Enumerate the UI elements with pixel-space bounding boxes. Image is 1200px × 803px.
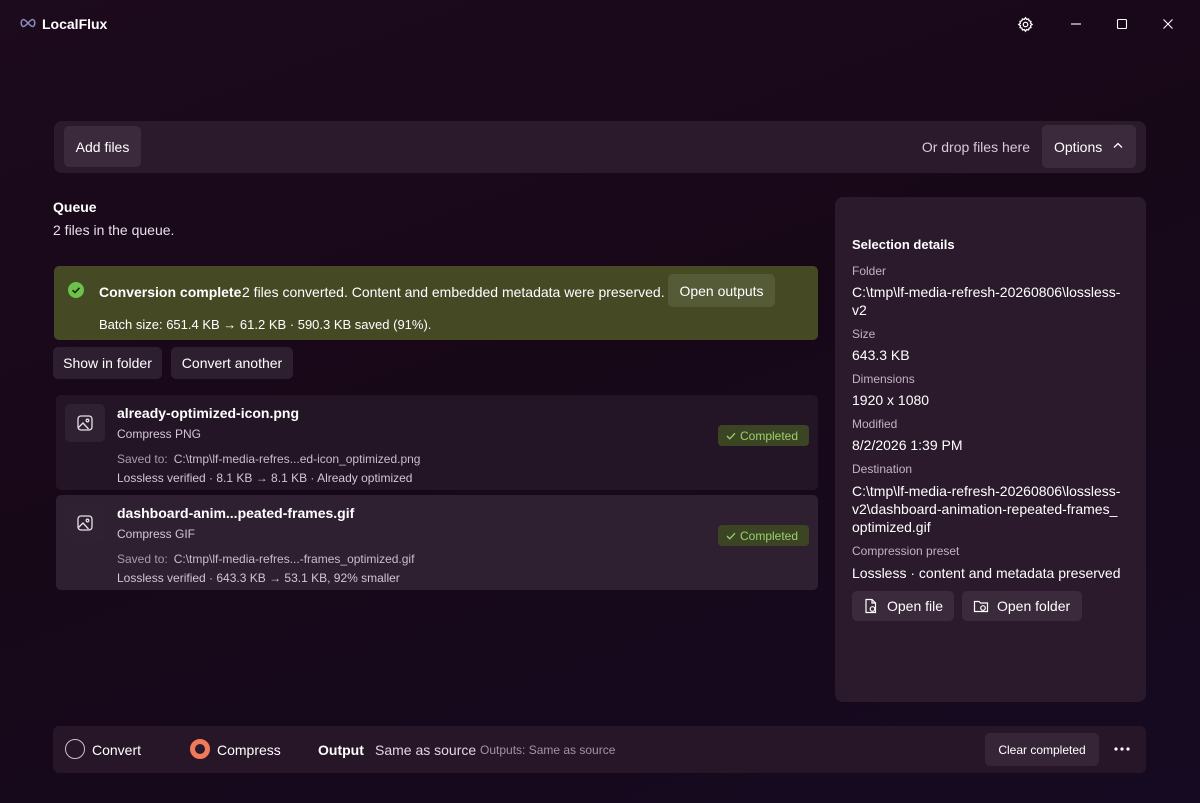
folder-value: C:\tmp\lf-media-refresh-20260806\lossles… (852, 284, 1121, 318)
checkmark-icon (726, 532, 736, 540)
dimensions-value: 1920 x 1080 (852, 392, 930, 408)
check-circle-icon (68, 282, 84, 298)
queue-title: Queue (53, 199, 97, 215)
drop-hint: Or drop files here (921, 139, 1030, 155)
conversion-complete-banner: Conversion complete 2 files converted. C… (54, 266, 818, 340)
banner-message: 2 files converted. Content and embedded … (242, 284, 665, 300)
maximize-icon (1116, 18, 1128, 30)
saved-path-value: C:\tmp\lf-media-refres...-frames_optimiz… (173, 552, 415, 566)
options-label: Options (1054, 138, 1103, 155)
maximize-button[interactable] (1102, 8, 1142, 40)
file-task: Compress PNG (117, 427, 202, 441)
bottom-bar: Convert Compress Output Same as source O… (53, 726, 1146, 773)
checkmark-icon (726, 432, 736, 440)
size-value: 643.3 KB (852, 347, 910, 363)
open-folder-button[interactable]: Open folder (962, 591, 1082, 621)
details-title: Selection details (852, 237, 955, 252)
open-file-button[interactable]: Open file (852, 591, 954, 621)
destination-value: C:\tmp\lf-media-refresh-20260806\lossles… (852, 483, 1121, 535)
infinity-logo-icon (20, 18, 36, 28)
file-task: Compress GIF (117, 527, 196, 541)
convert-radio[interactable] (65, 739, 85, 759)
open-folder-icon (973, 600, 989, 613)
image-file-icon (77, 415, 93, 431)
status-badge: Completed (718, 525, 809, 546)
gear-icon (1017, 16, 1033, 32)
outputs-note: Outputs: Same as source (480, 743, 616, 757)
result-summary: Lossless verified · 8.1 KB → 8.1 KB · Al… (117, 471, 413, 485)
destination-label: Destination (852, 462, 913, 476)
options-button[interactable]: Options (1042, 125, 1136, 168)
clear-completed-button[interactable]: Clear completed (985, 733, 1099, 766)
saved-path: Saved to: C:\tmp\lf-media-refres...ed-ico… (117, 452, 420, 466)
dimensions-label: Dimensions (852, 372, 915, 386)
compress-radio[interactable] (190, 739, 210, 759)
minimize-button[interactable] (1056, 8, 1096, 40)
result-summary: Lossless verified · 643.3 KB → 53.1 KB, … (117, 571, 400, 585)
queue-item[interactable]: already-optimized-icon.png Compress PNG … (56, 395, 818, 490)
file-thumbnail (65, 504, 105, 542)
close-icon (1163, 19, 1173, 29)
open-outputs-button[interactable]: Open outputs (668, 274, 775, 307)
saved-path-value: C:\tmp\lf-media-refres...ed-icon_optimiz… (173, 452, 421, 466)
status-label: Completed (740, 528, 799, 543)
open-file-label: Open file (887, 598, 944, 614)
folder-label: Folder (852, 264, 887, 278)
queue-item-selected[interactable]: dashboard-anim...peated-frames.gif Compr… (56, 495, 818, 590)
saved-label: Saved to: (117, 452, 168, 466)
selection-details-panel: Selection details Folder C:\tmp\lf-media… (835, 197, 1146, 702)
file-thumbnail (65, 404, 105, 442)
open-folder-label: Open folder (997, 598, 1071, 614)
banner-title: Conversion complete (99, 284, 242, 300)
image-file-icon (77, 515, 93, 531)
size-label: Size (852, 327, 876, 341)
open-file-icon (865, 598, 877, 614)
chevron-up-icon (1113, 142, 1123, 148)
saved-label: Saved to: (117, 552, 168, 566)
show-in-folder-button[interactable]: Show in folder (53, 347, 162, 379)
settings-button[interactable] (1005, 8, 1045, 40)
status-badge: Completed (718, 425, 809, 446)
queue-count: 2 files in the queue. (53, 222, 175, 238)
compress-label: Compress (217, 742, 281, 758)
add-files-button[interactable]: Add files (64, 126, 141, 167)
more-icon[interactable] (1113, 738, 1131, 760)
minimize-icon (1071, 23, 1081, 25)
close-button[interactable] (1148, 8, 1188, 40)
modified-label: Modified (852, 417, 898, 431)
batch-size-summary: Batch size: 651.4 KB → 61.2 KB · 590.3 K… (99, 317, 432, 332)
file-name: already-optimized-icon.png (117, 405, 300, 421)
preset-label: Compression preset (852, 544, 960, 558)
convert-another-button[interactable]: Convert another (171, 347, 293, 379)
app-title: LocalFlux (42, 16, 108, 32)
convert-label: Convert (92, 742, 142, 758)
saved-path: Saved to: C:\tmp\lf-media-refres...-frame… (117, 552, 414, 566)
file-toolbar: Add files Or drop files here Options (54, 121, 1146, 173)
output-value[interactable]: Same as source (375, 742, 476, 758)
preset-value: Lossless · content and metadata preserve… (852, 565, 1121, 581)
status-label: Completed (740, 428, 799, 443)
file-name: dashboard-anim...peated-frames.gif (117, 505, 355, 521)
title-bar: LocalFlux (0, 0, 1200, 48)
modified-value: 8/2/2026 1:39 PM (852, 437, 963, 453)
output-label: Output (318, 742, 364, 758)
